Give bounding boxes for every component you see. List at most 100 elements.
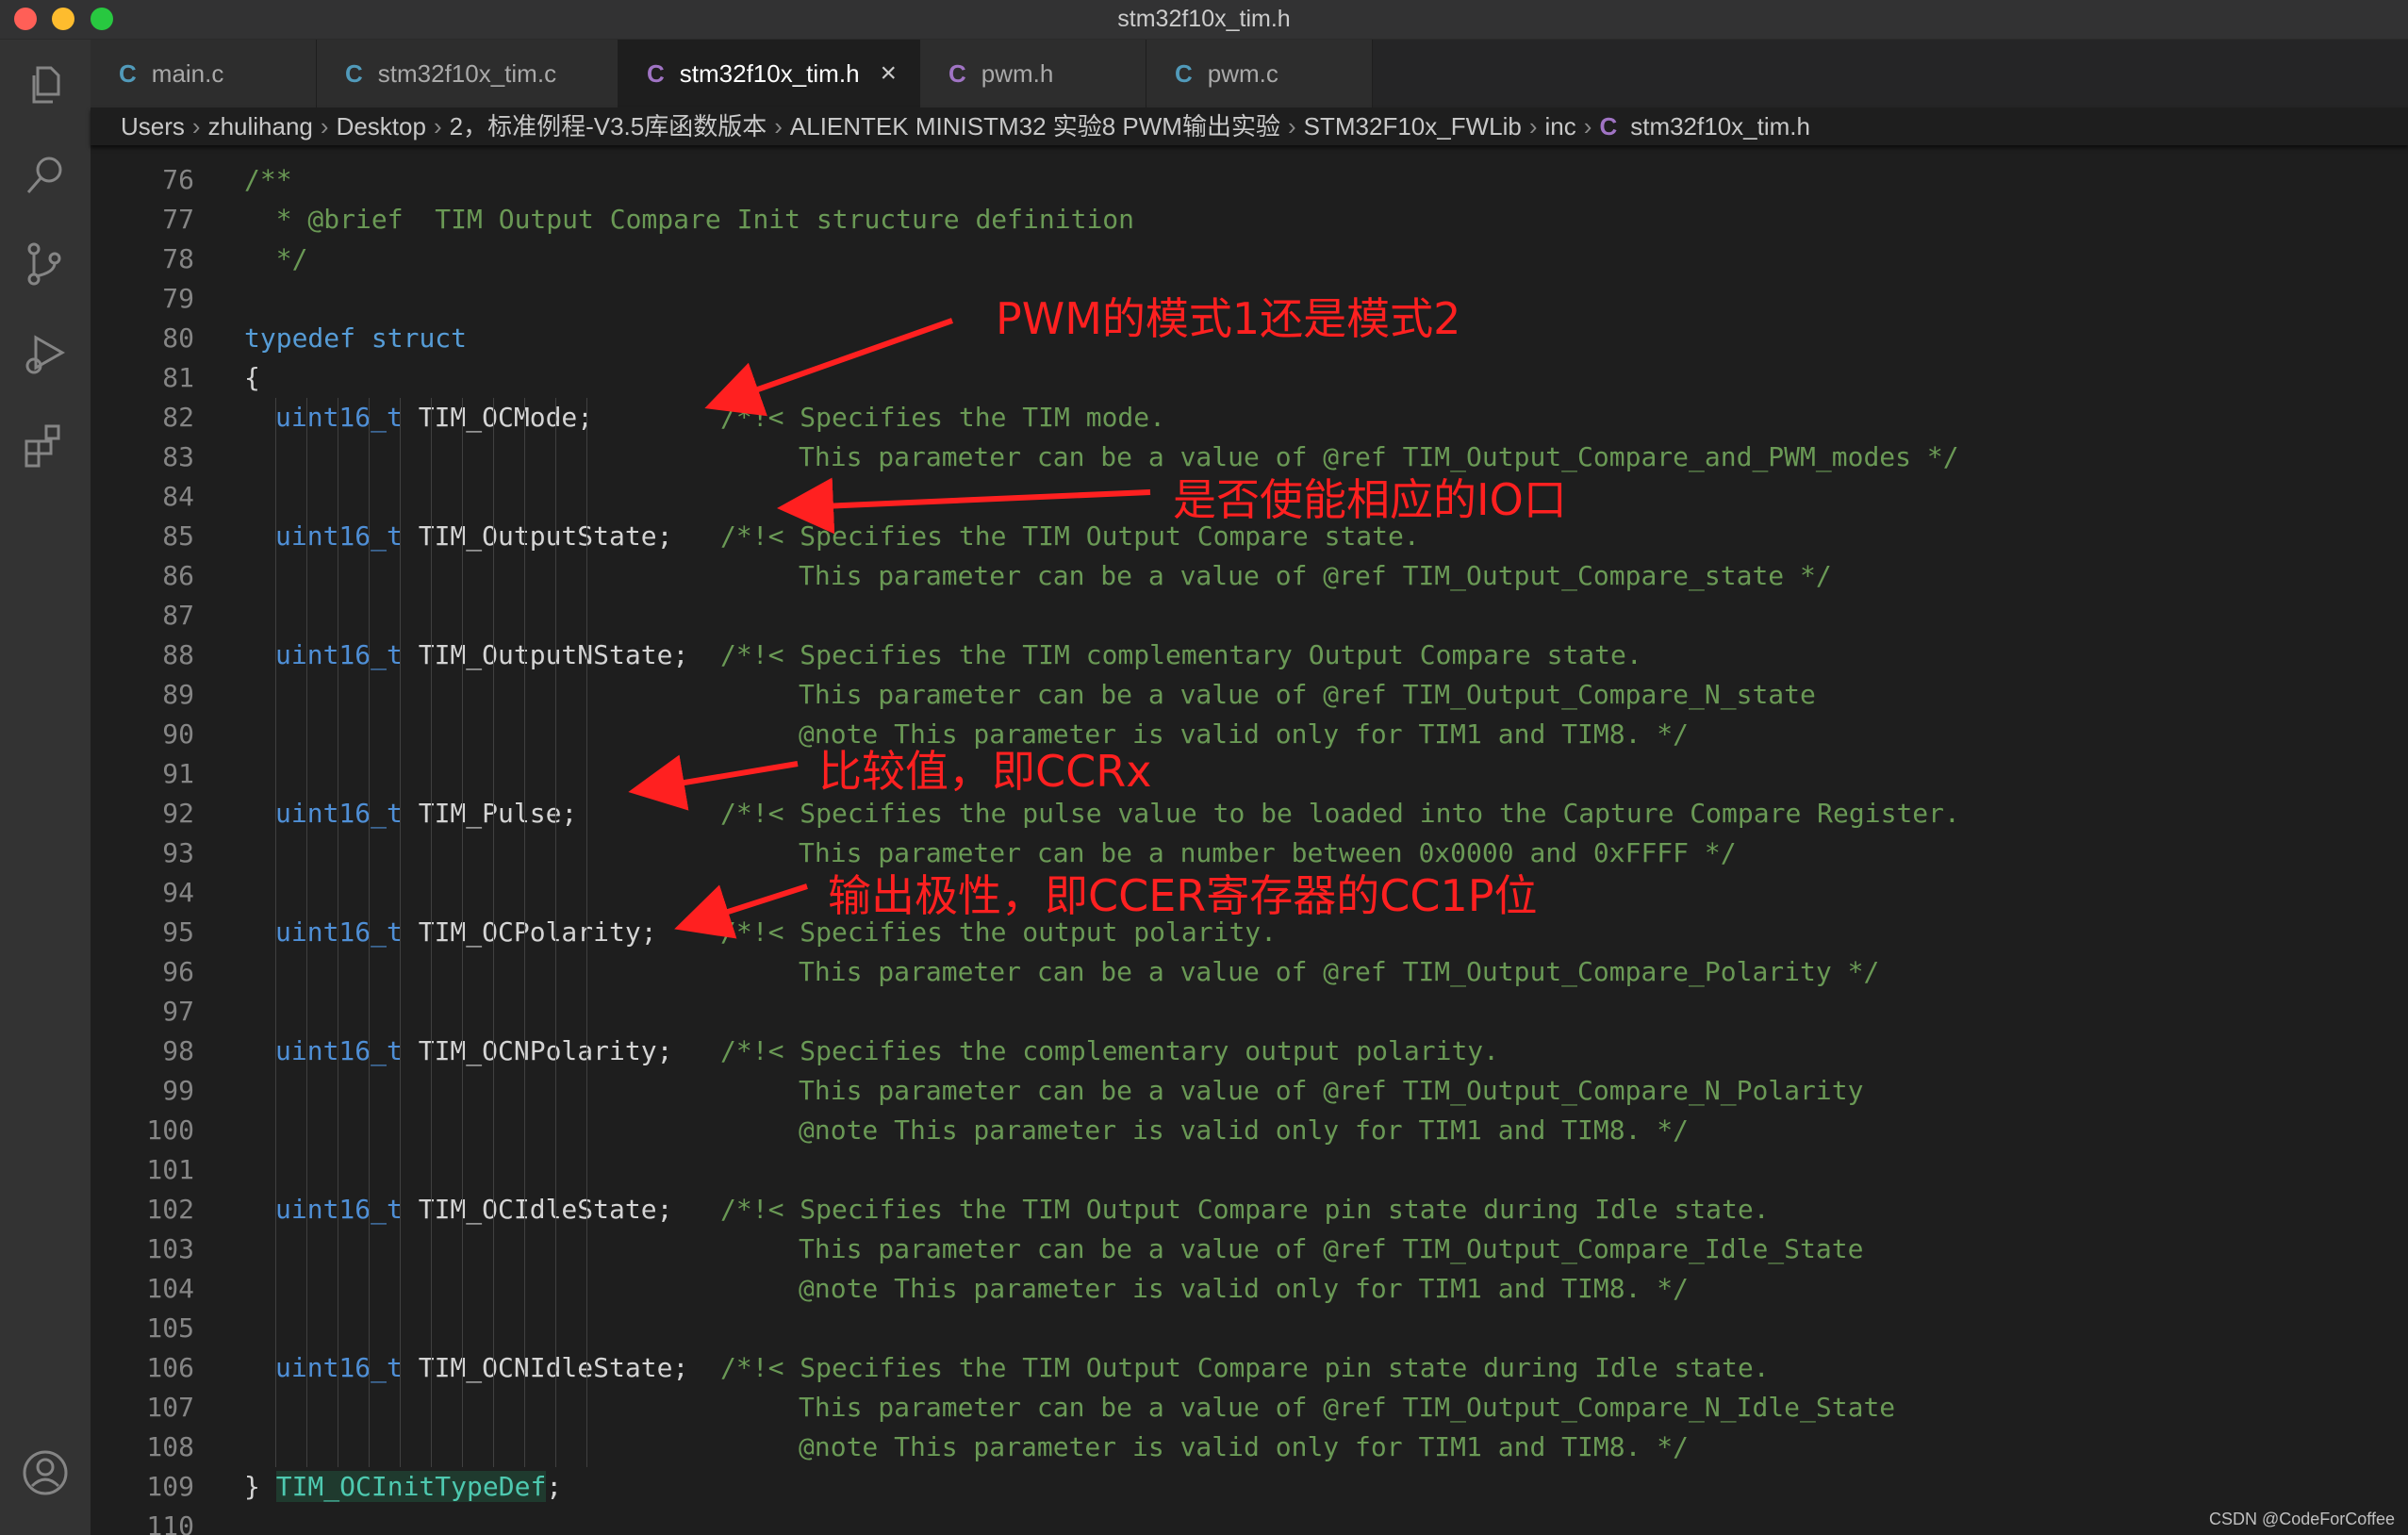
indent-guide [462,834,463,873]
type-keyword: uint16_t [275,520,403,552]
run-debug-icon[interactable] [21,330,70,379]
indent-guide [555,635,556,675]
indent-guide [431,1111,432,1150]
indent-guide [400,1111,401,1150]
indent-guide [369,1348,370,1388]
indent-guide [306,398,307,437]
indent-guide [555,1348,556,1388]
indent-guide [275,477,276,517]
breadcrumb-file[interactable]: stm32f10x_tim.h [1630,112,1810,140]
indent-guide [275,913,276,952]
indent-guide [431,1428,432,1467]
indent-guide [275,1348,276,1388]
indent-guide [524,556,525,596]
indent-guide [275,992,276,1032]
indent-guide [369,1190,370,1230]
typedef-name: TIM_OCInitTypeDef [275,1471,547,1502]
indent-guide [400,398,401,437]
indent-guide [586,715,587,754]
indent-guide [369,517,370,556]
close-tab-icon[interactable]: × [880,40,897,107]
type-keyword: uint16_t [275,639,403,670]
breadcrumb-item[interactable]: Desktop [337,112,426,140]
breadcrumb-item[interactable]: ALIENTEK MINISTM32 实验8 PWM输出实验 [790,112,1280,140]
code-line: 96 This parameter can be a value of @ref … [91,952,2408,992]
line-number: 105 [146,1312,194,1344]
source-control-icon[interactable] [21,239,70,289]
tab-label: pwm.h [981,59,1054,88]
indent-guide [306,913,307,952]
indent-guide [586,398,587,437]
annotation-mode: PWM的模式1还是模式2 [996,293,1461,344]
indent-guide [462,754,463,794]
tab-label: main.c [151,59,224,88]
code-line: 107 This parameter can be a value of @ref… [91,1388,2408,1428]
indent-guide [369,1269,370,1309]
tab-bar: Cmain.c Cstm32f10x_tim.c Cstm32f10x_tim.… [91,40,2408,107]
code-comment: This parameter can be a value of @ref TI… [799,560,1832,591]
indent-guide [493,794,494,834]
extensions-icon[interactable] [21,421,70,470]
indent-guide [524,913,525,952]
search-icon[interactable] [21,151,70,200]
indent-guide [369,437,370,477]
indent-guide [493,754,494,794]
indent-guide [431,834,432,873]
field-name: TIM_OutputNState; [418,639,689,670]
indent-guide [586,596,587,635]
indent-guide [524,437,525,477]
tab-label: pwm.c [1207,59,1278,88]
field-name: TIM_Pulse; [418,798,578,829]
code-line: 101 [91,1150,2408,1190]
code-comment: /*!< Specifies the pulse value to be loa… [720,798,1960,829]
indent-guide [400,1428,401,1467]
account-icon[interactable] [21,1448,70,1497]
breadcrumb-item[interactable]: inc [1545,112,1576,140]
line-number: 77 [162,204,194,235]
indent-guide [493,873,494,913]
indent-guide [586,1111,587,1150]
annotation-polarity: 输出极性，即CCER寄存器的CC1P位 [828,870,1538,921]
tab-main-c[interactable]: Cmain.c [91,40,317,107]
indent-guide [275,675,276,715]
indent-guide [462,1428,463,1467]
indent-guide [462,675,463,715]
indent-guide [586,1309,587,1348]
indent-guide [369,794,370,834]
breadcrumb-item[interactable]: STM32F10x_FWLib [1304,112,1522,140]
indent-guide [586,952,587,992]
indent-guide [306,556,307,596]
tab-stm32f10x-tim-c[interactable]: Cstm32f10x_tim.c [317,40,618,107]
indent-guide [431,635,432,675]
indent-guide [306,1428,307,1467]
code-editor[interactable]: 76 /** 77 * @brief TIM Output Compare Ini… [91,147,2408,1535]
indent-guide [586,1190,587,1230]
indent-guide [431,1230,432,1269]
files-icon[interactable] [21,60,70,109]
breadcrumb-item[interactable]: 2，标准例程-V3.5库函数版本 [450,112,767,140]
indent-guide [369,873,370,913]
tab-stm32f10x-tim-h[interactable]: Cstm32f10x_tim.h × [618,40,920,107]
indent-guide [493,715,494,754]
breadcrumb-item[interactable]: Users [121,112,185,140]
breadcrumb-item[interactable]: zhulihang [208,112,313,140]
indent-guide [586,913,587,952]
indent-guide [275,556,276,596]
tab-pwm-h[interactable]: Cpwm.h [920,40,1146,107]
type-keyword: uint16_t [275,798,403,829]
indent-guide [524,1071,525,1111]
indent-guide [306,437,307,477]
field-name: TIM_OCPolarity; [418,916,657,948]
indent-guide [431,596,432,635]
indent-guide [462,1269,463,1309]
indent-guide [431,675,432,715]
indent-guide [306,1230,307,1269]
indent-guide [524,635,525,675]
tab-label: stm32f10x_tim.c [377,59,557,88]
line-number: 106 [146,1352,194,1383]
line-number: 98 [162,1035,194,1066]
indent-guide [400,635,401,675]
tab-pwm-c[interactable]: Cpwm.c [1146,40,1373,107]
indent-guide [400,1230,401,1269]
code-line: 98 uint16_t TIM_OCNPolarity; /*!< Specifie… [91,1032,2408,1071]
